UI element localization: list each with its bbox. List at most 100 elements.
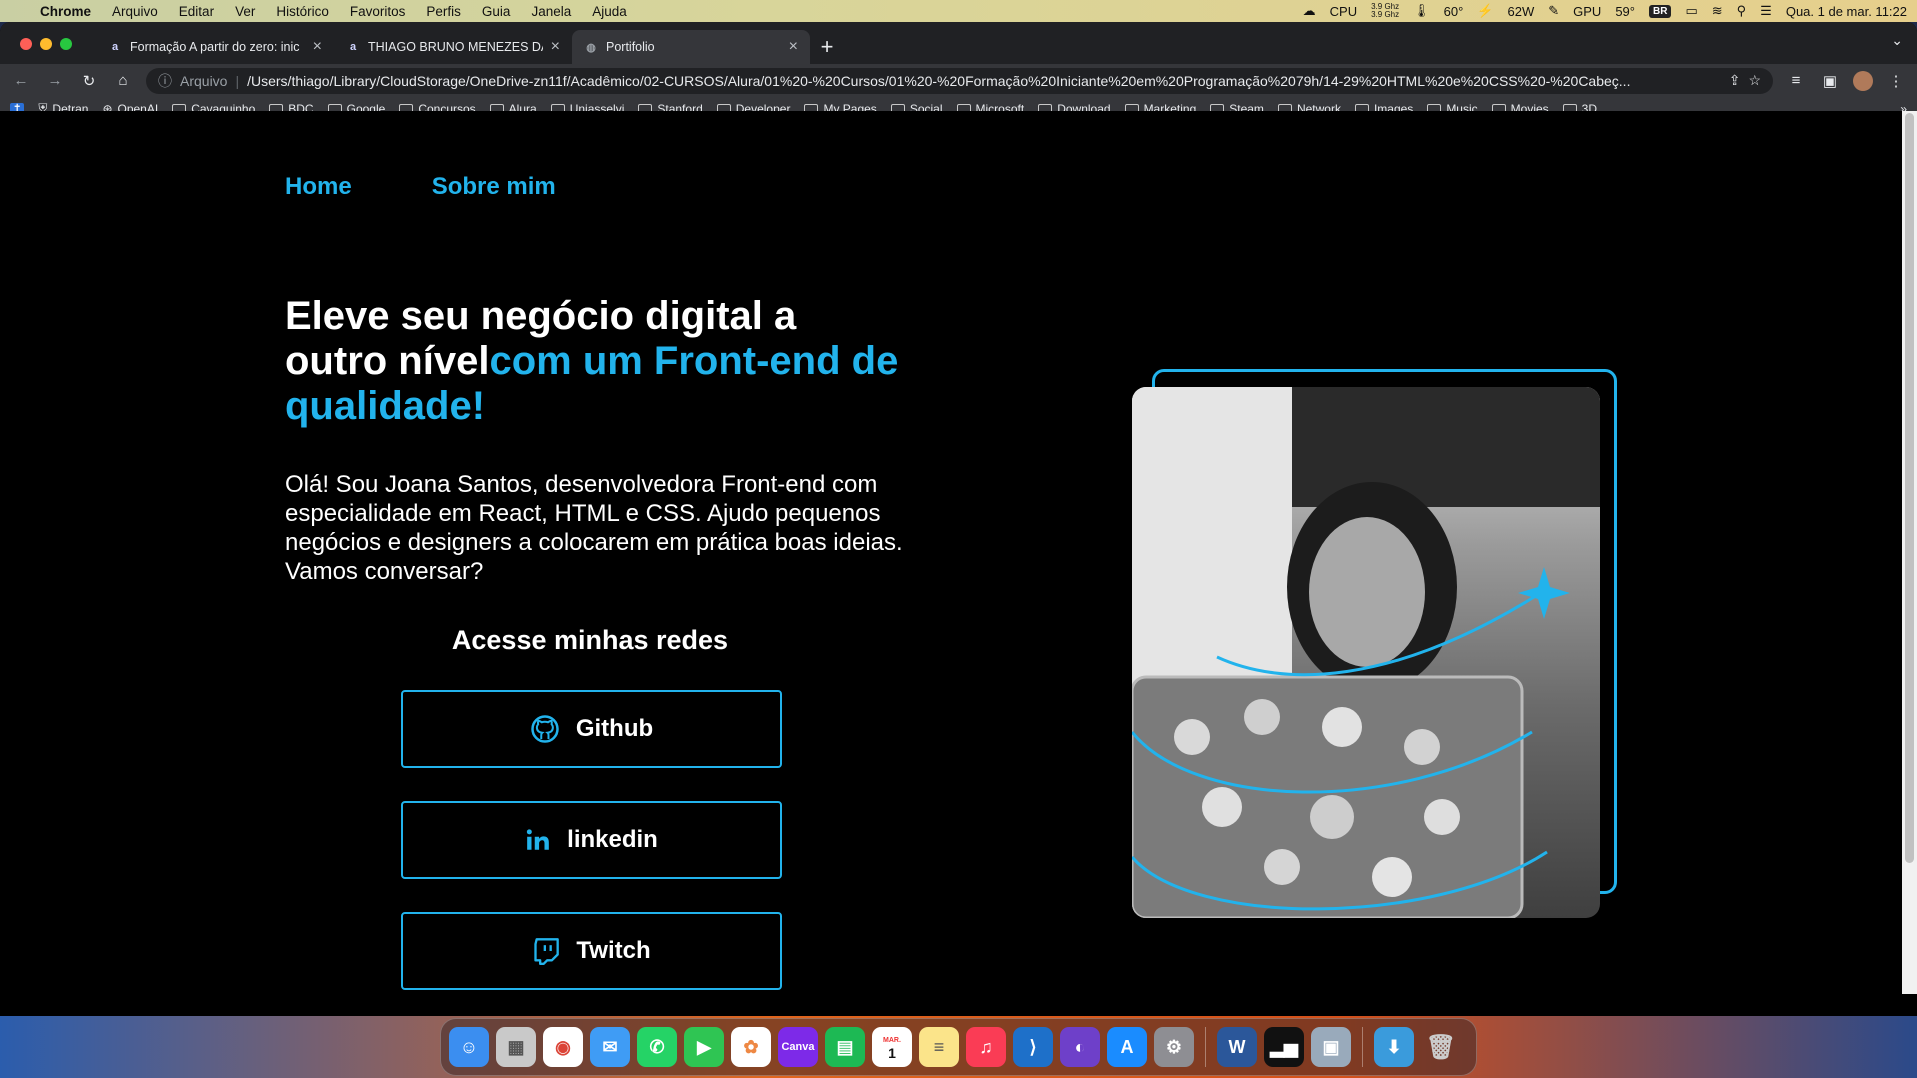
cpu-freq-2: 3.9 Ghz [1371,10,1400,19]
back-arrow-icon[interactable]: ← [10,72,32,89]
close-tab-icon[interactable]: × [789,38,798,56]
menu-perfis[interactable]: Perfis [426,4,461,19]
music-icon[interactable]: ♫ [966,1027,1006,1067]
launchpad-icon[interactable]: ▦ [496,1027,536,1067]
page-scrollbar[interactable] [1902,111,1917,994]
system-settings-icon[interactable]: ⚙ [1154,1027,1194,1067]
bookmark-star-icon[interactable]: ☆ [1748,72,1761,89]
dock-separator [1205,1027,1206,1067]
tab-portifolio[interactable]: ◍ Portifolio × [572,30,810,64]
menu-historico[interactable]: Histórico [276,4,329,19]
linkedin-label: linkedin [567,826,658,853]
trash-icon[interactable]: 🗑 [1421,1027,1461,1067]
menu-favoritos[interactable]: Favoritos [350,4,406,19]
input-source-badge[interactable]: BR [1648,4,1672,18]
home-icon[interactable]: ⌂ [112,72,134,89]
twitch-button[interactable]: Twitch [401,912,782,990]
hero-headline: Eleve seu negócio digital a outro nívelc… [285,294,905,429]
intro-paragraph: Olá! Sou Joana Santos, desenvolvedora Fr… [285,471,903,585]
word-icon[interactable]: W [1217,1027,1257,1067]
address-scheme-label: Arquivo [180,72,228,89]
tab-thiago-profile[interactable]: a THIAGO BRUNO MENEZES DA × [334,30,572,64]
reload-icon[interactable]: ↻ [78,72,100,90]
menu-janela[interactable]: Janela [531,4,571,19]
numbers-icon[interactable]: ▤ [825,1027,865,1067]
tab-title: Formação A partir do zero: inic [130,40,300,54]
alura-favicon-icon: a [349,41,357,53]
photos-icon[interactable]: ✿ [731,1027,771,1067]
menu-editar[interactable]: Editar [179,4,214,19]
linkedin-icon [526,829,549,850]
site-nav: Home Sobre mim [285,173,556,201]
linkedin-button[interactable]: linkedin [401,801,782,879]
activity-monitor-icon[interactable]: ▂▅ [1264,1027,1304,1067]
control-center-icon[interactable]: ☰ [1760,3,1772,19]
github-desktop-icon[interactable]: ◐ [1060,1027,1100,1067]
screen-mirroring-icon[interactable]: ▭ [1685,3,1697,19]
twitch-label: Twitch [576,937,651,964]
tab-search-chevron-icon[interactable]: ⌄ [1891,32,1903,49]
menu-arquivo[interactable]: Arquivo [112,4,158,19]
weather-icon[interactable]: ☁ [1303,3,1316,19]
whatsapp-icon[interactable]: ✆ [637,1027,677,1067]
github-icon [531,715,559,743]
power-icon: ⚡ [1477,3,1494,18]
spotlight-icon[interactable]: ⚲ [1737,3,1747,19]
window-controls [20,38,72,50]
nav-home-link[interactable]: Home [285,173,352,201]
menu-ajuda[interactable]: Ajuda [592,4,627,19]
tab-alura-formacao[interactable]: a Formação A partir do zero: inic × [96,30,334,64]
finder-icon[interactable]: ☺ [449,1027,489,1067]
github-label: Github [575,715,654,742]
zoom-window-button[interactable] [60,38,72,50]
more-menu-icon[interactable]: ⋮ [1885,72,1907,90]
facetime-icon[interactable]: ▶ [684,1027,724,1067]
address-separator: | [235,72,240,89]
thermometer-icon: 🌡 [1413,3,1430,18]
wifi-icon[interactable]: ≋ [1712,3,1723,19]
portfolio-page: Home Sobre mim Eleve seu negócio digital… [0,111,1902,994]
cpu-freq: 3.9 Ghz 3.9 Ghz [1371,3,1399,19]
preview-icon[interactable]: ▣ [1311,1027,1351,1067]
menu-app-name[interactable]: Chrome [40,4,91,19]
notes-icon[interactable]: ≡ [919,1027,959,1067]
address-bar[interactable]: ⓘ Arquivo | /Users/thiago/Library/CloudS… [146,67,1773,94]
downloads-folder-icon[interactable]: ⬇ [1374,1027,1414,1067]
chrome-icon[interactable]: ◉ [543,1027,583,1067]
canva-icon[interactable]: Canva [778,1027,818,1067]
info-icon[interactable]: ⓘ [158,71,172,91]
address-url[interactable]: /Users/thiago/Library/CloudStorage/OneDr… [247,73,1721,89]
new-tab-button[interactable]: + [810,30,844,64]
tab-title: Portifolio [606,40,655,54]
close-window-button[interactable] [20,38,32,50]
alura-favicon-icon: a [111,41,119,53]
close-tab-icon[interactable]: × [313,38,322,56]
vscode-icon[interactable]: ⟩ [1013,1027,1053,1067]
side-panel-icon[interactable]: ▣ [1819,72,1841,90]
nav-about-link[interactable]: Sobre mim [432,173,556,201]
calendar-day: 1 [888,1045,896,1061]
profile-photo [1132,387,1600,918]
twitch-icon [534,938,560,965]
profile-avatar[interactable] [1853,70,1873,91]
cpu-label[interactable]: CPU [1330,4,1357,19]
menu-ver[interactable]: Ver [235,4,255,19]
close-tab-icon[interactable]: × [551,38,560,56]
minimize-window-button[interactable] [40,38,52,50]
cpu-temp: 60° [1443,3,1464,19]
tab-title: THIAGO BRUNO MENEZES DA [368,40,543,54]
app-store-icon[interactable]: A [1107,1027,1147,1067]
gpu-temp: 59° [1615,3,1635,19]
scrollbar-thumb[interactable] [1905,113,1914,863]
social-heading: Acesse minhas redes [451,625,729,655]
datetime[interactable]: Qua. 1 de mar. 11:22 [1786,4,1907,19]
forward-arrow-icon[interactable]: → [44,72,66,89]
reading-list-icon[interactable]: ≡ [1785,72,1807,89]
github-button[interactable]: Github [401,690,782,768]
menu-guia[interactable]: Guia [482,4,511,19]
browser-toolbar: ← → ↻ ⌂ ⓘ Arquivo | /Users/thiago/Librar… [0,64,1917,97]
gpu-label[interactable]: GPU [1573,4,1601,19]
share-icon[interactable]: ⇪ [1729,72,1741,89]
mail-icon[interactable]: ✉ [590,1027,630,1067]
calendar-icon[interactable]: MAR. 1 [872,1027,912,1067]
